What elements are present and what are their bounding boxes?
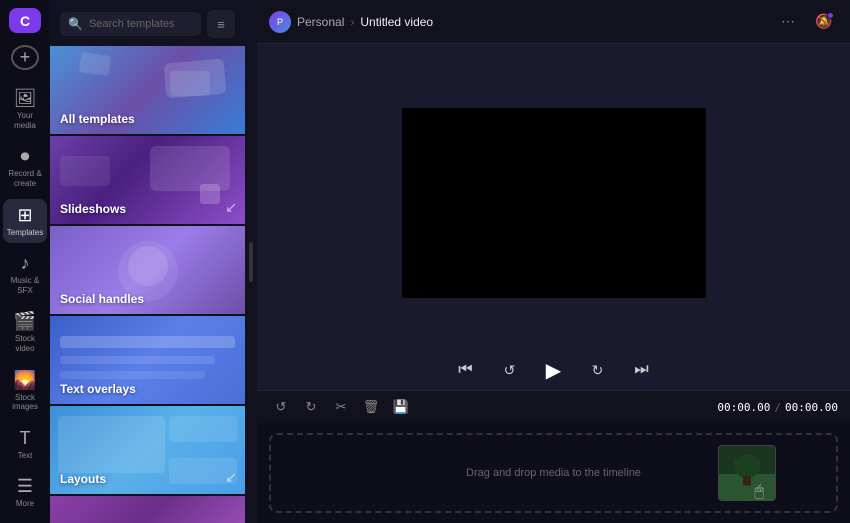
playback-controls: ⏮ ↺ ▶ ↻ ⏭ xyxy=(257,346,850,390)
breadcrumb: P Personal › Untitled video xyxy=(269,11,433,33)
text-icon: T xyxy=(20,428,31,449)
rewind-icon: ↺ xyxy=(504,362,516,379)
undo-icon: ↺ xyxy=(276,399,287,415)
timeline-drop-zone[interactable]: Drag and drop media to the timeline 🖱 xyxy=(269,433,838,513)
skip-back-button[interactable]: ⏮ xyxy=(452,356,480,384)
icon-bar: C + 🖼 Your media ⏺ Record &create ⊞ Temp… xyxy=(0,0,50,523)
sidebar-label-music-sfx: Music & SFX xyxy=(7,276,43,295)
skip-back-icon: ⏮ xyxy=(458,361,472,379)
time-separator: / xyxy=(774,401,781,414)
save-button[interactable]: 💾 xyxy=(389,395,413,419)
workspace-avatar: P xyxy=(269,11,291,33)
sidebar-item-your-media[interactable]: 🖼 Your media xyxy=(3,82,47,136)
template-card-layouts[interactable]: Layouts ↙ xyxy=(50,406,245,494)
media-icon: 🖼 xyxy=(14,88,37,109)
sidebar-item-music-sfx[interactable]: ♪ Music & SFX xyxy=(3,247,47,301)
templates-panel: 🔍 ≡ All templates Slideshows xyxy=(50,0,245,523)
sidebar-label-more: More xyxy=(16,499,34,509)
sidebar-label-record-create: Record &create xyxy=(8,169,41,188)
sidebar-label-your-media: Your media xyxy=(7,111,43,130)
filter-icon: ≡ xyxy=(217,17,225,32)
add-button[interactable]: + xyxy=(11,45,39,70)
breadcrumb-workspace[interactable]: Personal xyxy=(297,15,344,29)
template-card-bottom[interactable] xyxy=(50,496,245,523)
template-card-text-overlays[interactable]: Text overlays xyxy=(50,316,245,404)
record-icon: ⏺ xyxy=(21,146,30,167)
layouts-label: Layouts xyxy=(60,472,106,486)
sidebar-label-templates: Templates xyxy=(7,228,43,238)
filter-button[interactable]: ≡ xyxy=(207,10,235,38)
collapse-handle[interactable] xyxy=(245,0,257,523)
search-input-wrapper[interactable]: 🔍 xyxy=(60,12,201,36)
collapse-handle-inner xyxy=(249,242,253,282)
drop-label: Drag and drop media to the timeline xyxy=(466,467,641,479)
slideshows-arrow-icon: ↙ xyxy=(225,199,237,216)
notification-badge xyxy=(827,12,834,19)
undo-button[interactable]: ↺ xyxy=(269,395,293,419)
sidebar-item-templates[interactable]: ⊞ Templates xyxy=(3,199,47,244)
rewind-button[interactable]: ↺ xyxy=(496,356,524,384)
delete-button[interactable]: 🗑 xyxy=(359,395,383,419)
breadcrumb-separator: › xyxy=(350,15,354,29)
redo-button[interactable]: ↻ xyxy=(299,395,323,419)
more-icon: ☰ xyxy=(17,476,33,497)
skip-forward-button[interactable]: ⏭ xyxy=(628,356,656,384)
timeline-thumbnail[interactable] xyxy=(718,445,776,501)
all-templates-label: All templates xyxy=(60,112,135,126)
text-overlays-label: Text overlays xyxy=(60,382,136,396)
timeline-area: Drag and drop media to the timeline 🖱 xyxy=(257,423,850,523)
sidebar-item-stock-video[interactable]: 🎬 Stock video xyxy=(3,305,47,359)
breadcrumb-project[interactable]: Untitled video xyxy=(360,15,433,29)
fast-forward-icon: ↻ xyxy=(592,362,604,379)
sidebar-label-stock-images: Stock images xyxy=(7,393,43,412)
sidebar-item-more[interactable]: ☰ More xyxy=(3,470,47,515)
music-icon: ♪ xyxy=(21,253,30,274)
time-current: 00:00.00 xyxy=(717,401,770,414)
sidebar-item-stock-images[interactable]: 🌄 Stock images xyxy=(3,364,47,418)
stock-images-icon: 🌄 xyxy=(14,370,36,391)
sidebar-label-stock-video: Stock video xyxy=(7,334,43,353)
slideshows-label: Slideshows xyxy=(60,202,126,216)
video-area xyxy=(257,44,850,346)
save-icon: 💾 xyxy=(393,399,409,415)
thumbnail-image xyxy=(719,446,775,500)
layouts-arrow-icon: ↙ xyxy=(225,469,237,486)
delete-icon: 🗑 xyxy=(363,399,380,415)
template-card-all-templates[interactable]: All templates xyxy=(50,46,245,134)
search-bar: 🔍 ≡ xyxy=(50,0,245,46)
sidebar-item-text[interactable]: T Text xyxy=(3,422,47,467)
top-bar: P Personal › Untitled video ⋯ 🔕 xyxy=(257,0,850,44)
play-icon: ▶ xyxy=(546,358,561,383)
top-bar-actions: ⋯ 🔕 xyxy=(774,8,838,36)
skip-forward-icon: ⏭ xyxy=(634,361,648,379)
video-preview xyxy=(402,108,706,298)
sidebar-item-record-create[interactable]: ⏺ Record &create xyxy=(3,140,47,194)
timeline-toolbar: ↺ ↻ ✂ 🗑 💾 00:00.00 / 00:00.00 xyxy=(257,390,850,423)
search-input[interactable] xyxy=(89,18,193,30)
social-handles-label: Social handles xyxy=(60,292,144,306)
play-button[interactable]: ▶ xyxy=(540,356,568,384)
sidebar-label-text: Text xyxy=(18,451,33,461)
notifications-button[interactable]: 🔕 xyxy=(810,8,838,36)
time-total: 00:00.00 xyxy=(785,401,838,414)
more-dots-icon: ⋯ xyxy=(781,13,795,30)
templates-icon: ⊞ xyxy=(17,205,32,226)
app-logo: C xyxy=(9,8,41,33)
fast-forward-button[interactable]: ↻ xyxy=(584,356,612,384)
templates-list: All templates Slideshows ↙ Social handle… xyxy=(50,46,245,523)
template-card-slideshows[interactable]: Slideshows ↙ xyxy=(50,136,245,224)
cut-icon: ✂ xyxy=(336,399,347,415)
template-card-social-handles[interactable]: Social handles xyxy=(50,226,245,314)
search-icon: 🔍 xyxy=(68,17,83,31)
redo-icon: ↻ xyxy=(306,399,317,415)
main-area: P Personal › Untitled video ⋯ 🔕 ⏮ ↺ ▶ xyxy=(257,0,850,523)
card-bg-bottom xyxy=(50,496,245,523)
more-options-button[interactable]: ⋯ xyxy=(774,8,802,36)
timeline-time: 00:00.00 / 00:00.00 xyxy=(717,401,838,414)
cursor-icon: 🖱 xyxy=(754,483,764,501)
stock-video-icon: 🎬 xyxy=(14,311,36,332)
cut-button[interactable]: ✂ xyxy=(329,395,353,419)
